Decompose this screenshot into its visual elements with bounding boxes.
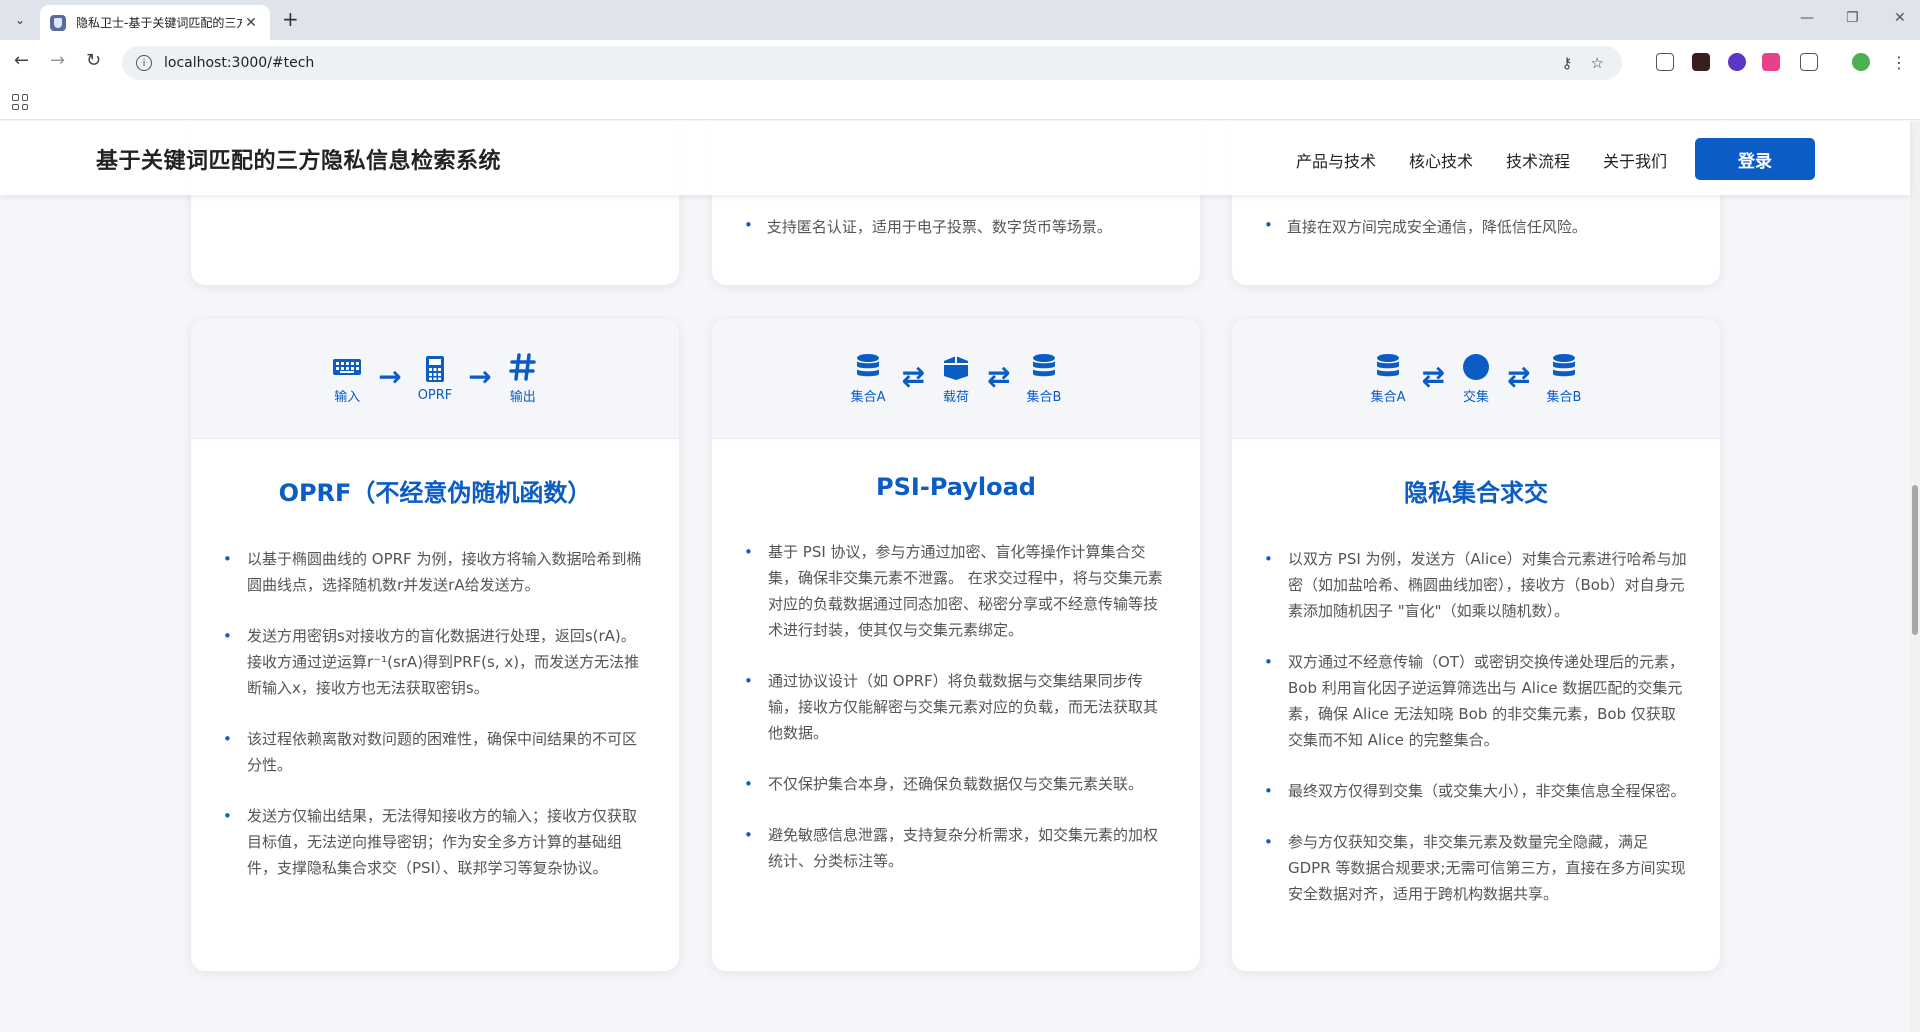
minimize-icon[interactable]: — — [1800, 10, 1814, 26]
arrow-right-icon: → — [378, 360, 402, 393]
flow-node-output: 输出 — [508, 352, 538, 405]
bookmarks-bar — [0, 84, 1920, 120]
browser-tab[interactable]: 隐私卫士-基于关键词匹配的三方 ✕ — [40, 5, 270, 40]
nav-item-about[interactable]: 关于我们 — [1603, 148, 1667, 172]
flow-node-set-a: 集合A — [1371, 352, 1406, 405]
flow-node-intersection: 交集 — [1461, 352, 1491, 405]
database-icon — [1032, 354, 1055, 377]
list-item: • 发送方用密钥s对接收方的盲化数据进行处理，返回s(rA)。接收方通过逆运算r⁻… — [223, 627, 640, 697]
box-icon — [943, 356, 968, 380]
list-item: • 基于 PSI 协议，参与方通过加密、盲化等操作计算集合交集，确保非交集元素不泄… — [744, 543, 1163, 639]
back-arrow-icon[interactable]: ← — [14, 50, 29, 72]
site-title: 基于关键词匹配的三方隐私信息检索系统 — [96, 149, 502, 174]
profile-avatar-icon[interactable] — [1852, 53, 1870, 71]
card-title: 隐私集合求交 — [1404, 479, 1548, 507]
nav-item-products[interactable]: 产品与技术 — [1296, 148, 1376, 172]
tech-card-psi-payload: 集合A ⇄ 载荷 ⇄ 集合B PSI-Payload • 基于 PSI 协议，参与… — [712, 319, 1200, 971]
tech-card-oprf: 输入 → OPRF → 输出 OPRF（不经意伪随机函数） • 以基于椭圆曲线的 … — [191, 319, 679, 971]
apps-grid-icon[interactable] — [12, 94, 28, 110]
database-icon — [857, 354, 880, 377]
close-icon[interactable]: ✕ — [242, 15, 260, 31]
bookmark-star-icon[interactable]: ☆ — [1591, 54, 1604, 72]
exchange-arrows-icon: ⇄ — [901, 360, 925, 393]
list-item: • 不仅保护集合本身，还确保负载数据仅与交集元素关联。 — [744, 775, 1144, 793]
database-icon — [1377, 354, 1400, 377]
forward-arrow-icon[interactable]: → — [50, 50, 65, 72]
extension-dark-icon[interactable] — [1692, 53, 1710, 71]
new-tab-plus-icon[interactable]: + — [282, 9, 299, 29]
exchange-arrows-icon: ⇄ — [1506, 360, 1531, 393]
list-item: • 该过程依赖离散对数问题的困难性，确保中间结果的不可区分性。 — [223, 730, 638, 774]
password-key-icon[interactable]: ⚷ — [1562, 54, 1573, 72]
window-close-icon[interactable]: ✕ — [1894, 10, 1906, 26]
page-viewport: • 支持匿名认证，适用于电子投票、数字货币等场景。 • 直接在双方间完成安全通信，降… — [0, 121, 1920, 1032]
keyboard-icon — [333, 359, 362, 375]
tech-card-psi: 集合A ⇄ 交集 ⇄ 集合B 隐私集合求交 • 以双方 PSI 为例，发送方（Al… — [1232, 319, 1720, 971]
list-item: • 以基于椭圆曲线的 OPRF 为例，接收方将输入数据哈希到椭圆曲线点，选择随机数… — [223, 550, 642, 594]
flow-node-set-a: 集合A — [851, 352, 886, 405]
card-bullet-list: • 以双方 PSI 为例，发送方（Alice）对集合元素进行哈希与加密（如加盐哈希… — [1262, 546, 1690, 907]
list-item: • 发送方仅输出结果，无法得知接收方的输入；接收方仅获取目标值，无法逆向推导密钥；… — [223, 807, 638, 877]
extensions-puzzle-icon[interactable] — [1800, 53, 1818, 71]
address-bar[interactable]: i localhost:3000/#tech ⚷ ☆ — [122, 46, 1622, 80]
site-nav: 产品与技术 核心技术 技术流程 关于我们 — [1296, 148, 1667, 172]
site-header: 基于关键词匹配的三方隐私信息检索系统 产品与技术 核心技术 技术流程 关于我们 … — [0, 121, 1910, 195]
list-item: • 支持匿名认证，适用于电子投票、数字货币等场景。 — [744, 216, 1112, 236]
list-item: • 最终双方仅得到交集（或交集大小），非交集信息全程保密。 — [1264, 782, 1686, 800]
flow-diagram: 集合A ⇄ 载荷 ⇄ 集合B — [712, 319, 1200, 439]
flow-node-oprf: OPRF — [418, 354, 452, 403]
reload-icon[interactable]: ↻ — [86, 50, 101, 72]
tab-title: 隐私卫士-基于关键词匹配的三方 — [76, 16, 242, 30]
nav-item-tech-flow[interactable]: 技术流程 — [1506, 148, 1570, 172]
calculator-icon — [426, 356, 444, 382]
list-item: • 直接在双方间完成安全通信，降低信任风险。 — [1264, 216, 1587, 236]
exchange-arrows-icon: ⇄ — [986, 360, 1011, 393]
scrollbar-thumb[interactable] — [1912, 485, 1918, 635]
url-text: localhost:3000/#tech — [164, 55, 315, 71]
card-bullet-list: • 基于 PSI 协议，参与方通过加密、盲化等操作计算集合交集，确保非交集元素不泄… — [742, 539, 1170, 874]
database-icon — [1552, 354, 1575, 377]
flow-node-input: 输入 — [332, 352, 362, 405]
exchange-arrows-icon: ⇄ — [1421, 360, 1445, 393]
page-scrollbar[interactable] — [1910, 121, 1920, 1032]
list-item: • 双方通过不经意传输（OT）或密钥交换传递处理后的元素，Bob 利用盲化因子逆运… — [1264, 653, 1684, 749]
shield-favicon-icon — [50, 14, 66, 31]
login-button[interactable]: 登录 — [1695, 138, 1815, 180]
flow-node-set-b: 集合B — [1546, 352, 1581, 405]
browser-toolbar: ← → ↻ i localhost:3000/#tech ⚷ ☆ ⋮ — [0, 40, 1920, 84]
circle-icon — [1462, 354, 1489, 380]
list-item: • 参与方仅获知交集，非交集元素及数量完全隐藏，满足 GDPR 等数据合规要求;无… — [1264, 833, 1686, 903]
nav-item-core-tech[interactable]: 核心技术 — [1409, 148, 1473, 172]
list-item: • 通过协议设计（如 OPRF）将负载数据与交集结果同步传输，接收方仅能解密与交集… — [744, 672, 1159, 742]
card-title: PSI-Payload — [876, 473, 1036, 501]
card-bullet-list: • 以基于椭圆曲线的 OPRF 为例，接收方将输入数据哈希到椭圆曲线点，选择随机数… — [221, 546, 649, 881]
browser-menu-icon[interactable]: ⋮ — [1890, 53, 1908, 72]
extension-translate-icon[interactable] — [1762, 53, 1780, 71]
tab-search-chevron-icon[interactable]: ⌄ — [8, 9, 32, 31]
hash-icon — [509, 353, 536, 381]
extension-clip-icon[interactable] — [1656, 53, 1674, 71]
restore-icon[interactable]: ❐ — [1846, 10, 1859, 26]
arrow-right-icon: → — [468, 360, 492, 393]
browser-tabbar: ⌄ 隐私卫士-基于关键词匹配的三方 ✕ + — ❐ ✕ — [0, 0, 1920, 40]
list-item: • 避免敏感信息泄露，支持复杂分析需求，如交集元素的加权统计、分类标注等。 — [744, 826, 1159, 870]
flow-node-payload: 载荷 — [941, 352, 971, 405]
card-title: OPRF（不经意伪随机函数） — [278, 479, 592, 507]
flow-diagram: 集合A ⇄ 交集 ⇄ 集合B — [1232, 319, 1720, 439]
extension-purple-icon[interactable] — [1728, 53, 1746, 71]
flow-node-set-b: 集合B — [1026, 352, 1061, 405]
site-info-icon[interactable]: i — [136, 55, 152, 71]
flow-diagram: 输入 → OPRF → 输出 — [191, 319, 679, 439]
list-item: • 以双方 PSI 为例，发送方（Alice）对集合元素进行哈希与加密（如加盐哈希… — [1264, 550, 1687, 620]
